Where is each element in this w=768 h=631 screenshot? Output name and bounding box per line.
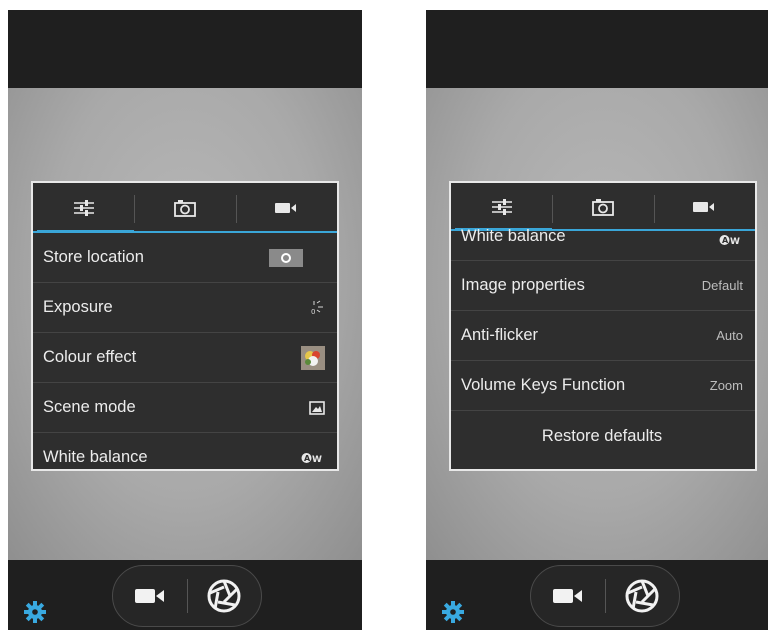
settings-gear-icon[interactable] xyxy=(442,601,464,623)
capture-controls xyxy=(530,565,680,627)
settings-gear-icon[interactable] xyxy=(24,601,46,623)
row-image-properties[interactable]: Image properties Default xyxy=(451,261,755,311)
camera-screen-left: Store location Exposure 0 Colour effect xyxy=(8,10,362,630)
row-label: Exposure xyxy=(43,298,113,316)
svg-text:A: A xyxy=(722,236,729,245)
restore-defaults-button[interactable]: Restore defaults xyxy=(451,411,755,461)
row-label: Volume Keys Function xyxy=(461,376,626,394)
svg-text:A: A xyxy=(304,454,311,463)
svg-text:0: 0 xyxy=(311,308,315,316)
restore-defaults-label: Restore defaults xyxy=(541,426,663,445)
row-value: Auto xyxy=(716,328,743,343)
location-toggle-icon xyxy=(269,248,303,267)
row-label: Image properties xyxy=(461,276,585,294)
video-camera-icon xyxy=(134,589,164,603)
row-label: White balance xyxy=(43,448,148,466)
tab-settings[interactable] xyxy=(33,183,134,233)
tab-camera[interactable] xyxy=(134,183,235,233)
row-white-balance[interactable]: White balance A W xyxy=(451,213,755,261)
camera-screen-right: White balance A W Image properties Defau… xyxy=(426,10,768,630)
tab-video[interactable] xyxy=(235,183,337,233)
video-record-button[interactable] xyxy=(113,566,187,626)
row-label: Scene mode xyxy=(43,398,136,416)
settings-panel: Store location Exposure 0 Colour effect xyxy=(31,181,339,471)
settings-list: Store location Exposure 0 Colour effect xyxy=(33,233,337,469)
top-bar xyxy=(8,10,362,88)
camera-icon xyxy=(174,200,196,217)
shutter-icon xyxy=(625,579,659,613)
row-value: Zoom xyxy=(709,378,743,393)
row-label: Colour effect xyxy=(43,348,137,366)
row-anti-flicker[interactable]: Anti-flicker Auto xyxy=(451,311,755,361)
shutter-button[interactable] xyxy=(606,566,680,626)
settings-sliders-icon xyxy=(73,200,94,216)
row-value: Default xyxy=(701,278,743,293)
capture-controls xyxy=(112,565,262,627)
row-label: Anti-flicker xyxy=(461,326,539,344)
settings-tabs xyxy=(33,183,337,233)
row-store-location[interactable]: Store location xyxy=(33,233,337,283)
video-record-button[interactable] xyxy=(531,566,605,626)
row-white-balance[interactable]: White balance A W xyxy=(33,433,337,469)
video-camera-icon xyxy=(693,202,715,212)
exposure-icon: 0 xyxy=(311,300,323,316)
video-camera-icon xyxy=(552,589,582,603)
row-exposure[interactable]: Exposure 0 xyxy=(33,283,337,333)
row-label: White balance xyxy=(461,227,566,245)
row-scene-mode[interactable]: Scene mode xyxy=(33,383,337,433)
settings-panel: White balance A W Image properties Defau… xyxy=(449,181,757,471)
scene-mode-icon xyxy=(309,400,325,415)
shutter-icon xyxy=(207,579,241,613)
row-label: Store location xyxy=(43,248,144,266)
svg-text:W: W xyxy=(730,237,740,246)
video-camera-icon xyxy=(275,203,297,213)
top-bar xyxy=(426,10,768,88)
row-volume-keys-function[interactable]: Volume Keys Function Zoom xyxy=(451,361,755,411)
white-balance-auto-icon: A W xyxy=(719,235,740,246)
row-colour-effect[interactable]: Colour effect xyxy=(33,333,337,383)
white-balance-auto-icon: A W xyxy=(301,452,322,464)
svg-text:W: W xyxy=(312,455,322,464)
shutter-button[interactable] xyxy=(188,566,262,626)
colour-effect-icon xyxy=(301,345,325,370)
settings-list: White balance A W Image properties Defau… xyxy=(451,213,755,461)
